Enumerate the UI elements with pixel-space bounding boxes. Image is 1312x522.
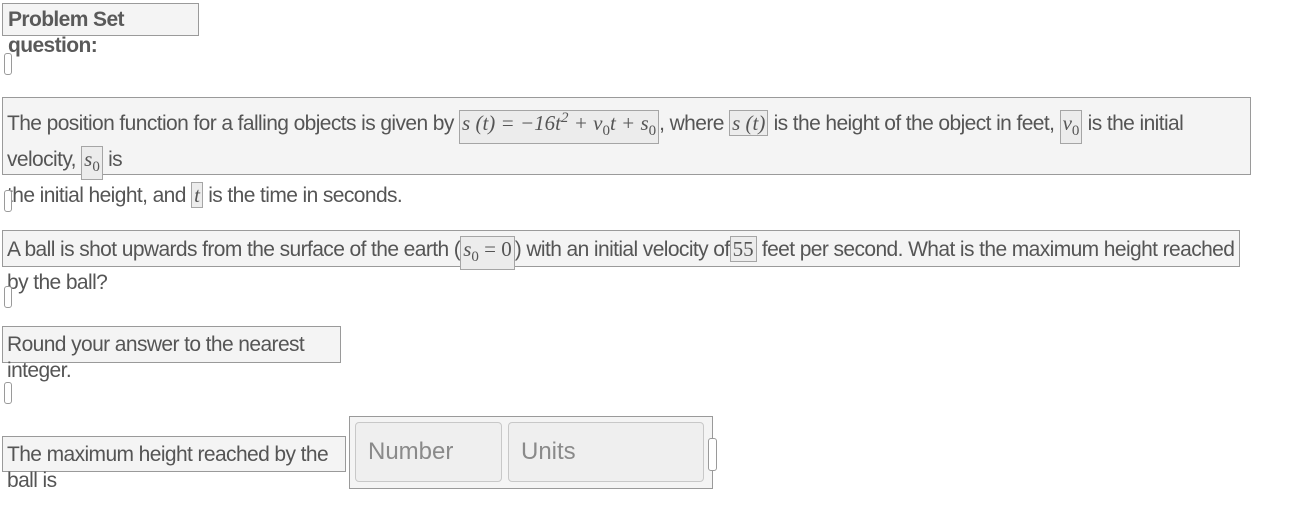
ball-text-1: A ball is shot upwards from the surface … [7,238,461,261]
answer-label-text: The maximum height reached by the ball i… [7,443,329,492]
v0-symbol: v0 [1059,110,1083,144]
units-input[interactable] [508,422,704,482]
answer-label: The maximum height reached by the ball i… [2,436,346,492]
number-input[interactable] [355,422,502,482]
problem-set-title: Problem Set question: [2,3,199,57]
s-of-t-symbol: s (t) [729,110,769,136]
ball-text-2: ) with an initial velocity of [514,238,730,261]
height-description: is the height of the object in feet, [773,112,1055,135]
s0-symbol: s0 [81,146,103,180]
step-marker-1 [4,53,12,75]
intro-text: The position function for a falling obje… [7,112,454,135]
rounding-text: Round your answer to the nearest integer… [7,333,305,382]
where-text: , where [659,112,724,135]
problem-set-title-text: Problem Set question: [8,8,125,57]
step-marker-2 [4,190,12,212]
step-marker-3 [4,286,12,308]
time-description: is the time in seconds. [208,184,403,207]
answer-status-marker [708,438,717,471]
s0-equals-zero: s0 = 0 [460,236,515,270]
rounding-instruction: Round your answer to the nearest integer… [2,326,341,382]
initial-height-text: the initial height, and [7,184,186,207]
t-symbol: t [191,182,203,208]
question-paragraph-ball: A ball is shot upwards from the surface … [2,230,1240,294]
is-text: is [108,148,123,171]
question-paragraph-position-function: The position function for a falling obje… [2,97,1251,208]
step-marker-4 [4,382,12,404]
position-formula: s (t) = −16t2 + v0t + s0 [459,110,660,144]
initial-velocity-value: 55 [729,236,757,262]
answer-input-group [349,416,713,489]
